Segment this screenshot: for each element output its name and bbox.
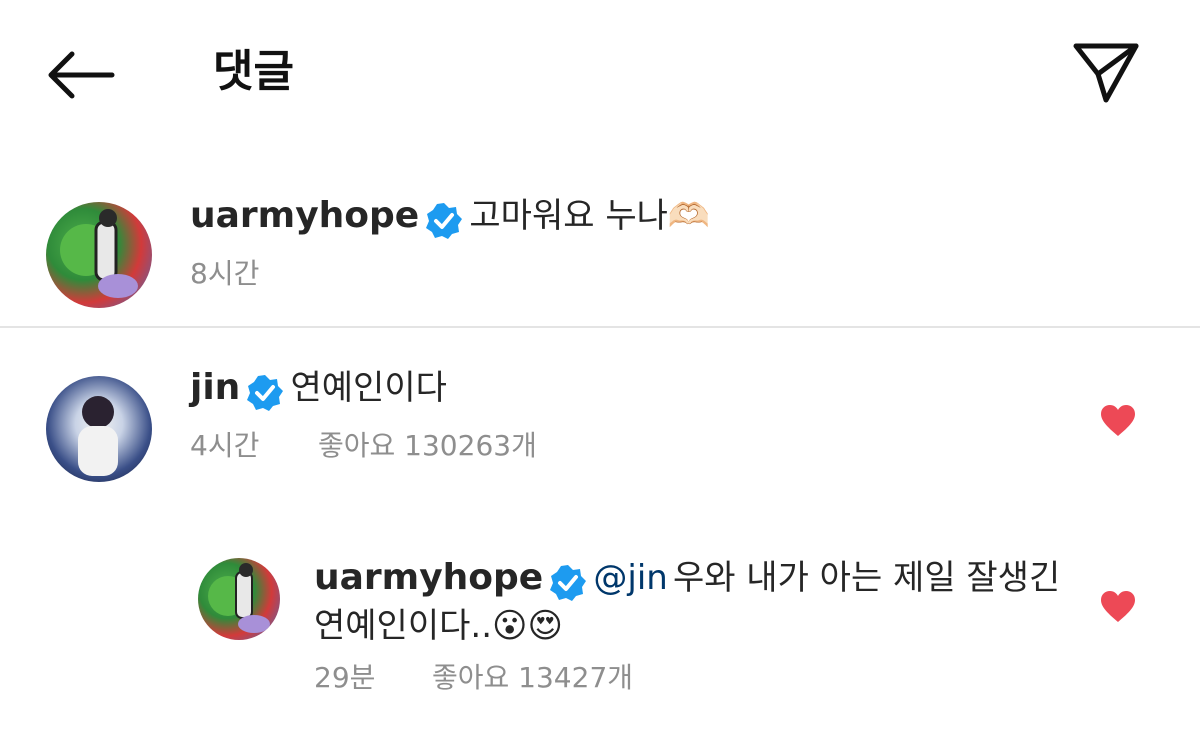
comment-row: jin 연예인이다	[190, 366, 447, 417]
avatar-art	[60, 209, 138, 298]
divider	[0, 326, 1200, 328]
comment-time: 4시간	[190, 429, 260, 462]
share-button[interactable]	[1068, 38, 1144, 108]
avatar-art	[78, 396, 118, 476]
reply-row-continued: 연예인이다..😮😍	[314, 604, 563, 648]
avatar[interactable]	[46, 202, 152, 308]
send-icon	[1073, 43, 1139, 103]
like-button[interactable]	[1100, 590, 1136, 628]
page-title: 댓글	[213, 46, 294, 97]
verified-badge-icon	[424, 201, 464, 245]
like-count[interactable]: 좋아요 130263개	[318, 428, 537, 464]
like-button[interactable]	[1100, 404, 1136, 442]
comment-username[interactable]: jin	[190, 367, 240, 408]
reply-time: 29분	[314, 661, 376, 694]
comment-time: 8시간	[190, 257, 260, 290]
comment-text: 연예인이다	[290, 368, 447, 408]
heart-filled-icon	[1101, 405, 1135, 436]
reply-row: uarmyhope @jin 우와 내가 아는 제일 잘생긴	[314, 556, 1060, 607]
avatar[interactable]	[46, 376, 152, 482]
verified-badge-icon	[245, 373, 285, 417]
reply-username[interactable]: uarmyhope	[314, 557, 543, 598]
comment-text: 고마워요 누나🫶🏻	[469, 196, 711, 236]
mention-link[interactable]: @jin	[593, 558, 667, 598]
verified-badge-icon	[548, 563, 588, 607]
comment-username[interactable]: uarmyhope	[190, 195, 419, 236]
reply-text-line2: 연예인이다..	[314, 606, 493, 646]
back-button[interactable]	[44, 44, 120, 104]
avatar[interactable]	[198, 558, 280, 640]
reply-text-line1: 우와 내가 아는 제일 잘생긴	[672, 558, 1061, 598]
avatar-art	[208, 563, 270, 633]
heart-filled-icon	[1101, 591, 1135, 622]
arrow-left-icon	[48, 51, 115, 99]
reply-emojis: 😮😍	[492, 606, 563, 646]
comment-row: uarmyhope 고마워요 누나🫶🏻	[190, 194, 710, 245]
like-count[interactable]: 좋아요 13427개	[432, 660, 633, 696]
